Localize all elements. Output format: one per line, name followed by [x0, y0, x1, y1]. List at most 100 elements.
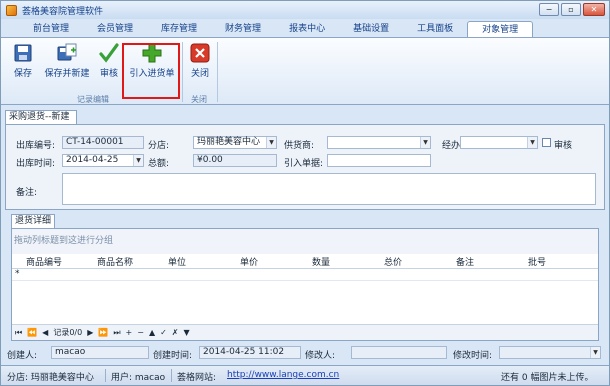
save-and-new-button[interactable]: 保存并新建 [41, 42, 93, 79]
minimize-button[interactable]: − [539, 3, 559, 16]
new-row-marker: * [15, 269, 20, 279]
date-label: 出库时间: [16, 159, 56, 169]
app-window: 荟格美容院管理软件 − ▫ ✕ 前台管理 会员管理 库存管理 财务管理 报表中心… [0, 0, 610, 386]
delete-record-icon[interactable]: − [137, 328, 144, 337]
ribbon-divider [217, 42, 218, 102]
group-label-close: 关闭 [191, 95, 207, 104]
tab-inventory[interactable]: 库存管理 [147, 21, 211, 37]
doc-no-label: 出库编号: [16, 141, 56, 151]
tab-finance[interactable]: 财务管理 [211, 21, 275, 37]
last-record-icon[interactable]: ⏭ [113, 328, 120, 338]
edit-record-icon[interactable]: ▲ [149, 328, 155, 337]
detail-grid: 拖动列标题到这进行分组 商品编号 商品名称 单位 单价 数量 总价 备注 批号 … [11, 228, 599, 341]
new-item-row[interactable]: * [12, 269, 598, 281]
save-label: 保存 [13, 69, 32, 79]
status-bar: 分店: 玛丽艳美容中心 用户: macao 荟格网站: http://www.l… [1, 365, 609, 385]
window-title: 荟格美容院管理软件 [22, 6, 104, 17]
total-field[interactable]: ¥0.00 [193, 154, 277, 167]
tab-front-desk[interactable]: 前台管理 [19, 21, 83, 37]
created-time-label: 创建时间: [153, 351, 193, 361]
modified-time-label: 修改时间: [453, 351, 493, 361]
website-link[interactable]: http://www.lange.com.cn [227, 370, 339, 380]
confirm-icon[interactable]: ✓ [160, 328, 167, 337]
tab-tools[interactable]: 工具面板 [403, 21, 467, 37]
close-window-button[interactable]: ✕ [583, 3, 605, 16]
total-label: 总额: [148, 159, 170, 169]
audit-bar: 创建人: macao 创建时间: 2014-04-25 11:02 修改人: 修… [1, 343, 609, 365]
previous-page-icon[interactable]: ⏪ [27, 328, 37, 337]
tab-reports[interactable]: 报表中心 [275, 21, 339, 37]
checkmark-icon [99, 43, 119, 63]
app-logo-icon [6, 4, 17, 16]
chevron-down-icon: ▼ [590, 347, 600, 358]
audit-button[interactable]: 审核 [96, 42, 122, 79]
branch-select[interactable]: 玛丽艳美容中心 ▼ [193, 136, 277, 149]
status-site-label: 荟格网站: [177, 373, 217, 383]
highlight-box [122, 43, 180, 99]
save-and-new-label: 保存并新建 [44, 69, 90, 79]
row-indicator-header [12, 257, 26, 268]
supplier-label: 供货商: [284, 141, 315, 151]
next-record-icon[interactable]: ▶ [87, 328, 93, 337]
tab-members[interactable]: 会员管理 [83, 21, 147, 37]
column-header[interactable]: 总价 [384, 257, 456, 268]
supplier-select[interactable]: ▼ [327, 136, 431, 149]
chevron-down-icon: ▼ [133, 155, 143, 166]
save-new-icon [57, 43, 77, 61]
column-header[interactable]: 商品名称 [97, 257, 168, 268]
close-button[interactable]: 关闭 [187, 42, 213, 79]
group-label-record-edit: 记录编辑 [77, 95, 109, 104]
branch-value: 玛丽艳美容中心 [197, 137, 261, 147]
status-branch: 分店: 玛丽艳美容中心 [7, 373, 94, 383]
created-time-field[interactable]: 2014-04-25 11:02 [199, 346, 301, 359]
tab-object-management[interactable]: 对象管理 [467, 21, 534, 37]
creator-field[interactable]: macao [51, 346, 149, 359]
previous-record-icon[interactable]: ◀ [42, 328, 48, 337]
import-no-field[interactable] [327, 154, 431, 167]
group-by-panel[interactable]: 拖动列标题到这进行分组 [12, 229, 598, 254]
close-icon [190, 43, 210, 63]
status-divider [105, 369, 106, 382]
record-navigator: ⏮ ⏪ ◀ 记录0/0 ▶ ⏩ ⏭ + − ▲ ✓ ✗ ▼ [12, 324, 598, 340]
purchase-return-form: 出库编号: CT-14-00001 分店: 玛丽艳美容中心 ▼ 供货商: ▼ 经办… [5, 124, 605, 210]
tab-basic-settings[interactable]: 基础设置 [339, 21, 403, 37]
main-tabs: 前台管理 会员管理 库存管理 财务管理 报表中心 基础设置 工具面板 对象管理 [1, 21, 609, 37]
audit-checkbox[interactable] [542, 138, 551, 147]
document-tab[interactable]: 采购退货--新建 [5, 110, 77, 124]
column-header[interactable]: 备注 [456, 257, 528, 268]
tab-return-details[interactable]: 退货详细 [11, 214, 55, 228]
restore-button[interactable]: ▫ [561, 3, 581, 16]
modifier-field[interactable] [351, 346, 447, 359]
status-divider [171, 369, 172, 382]
remark-label: 备注: [16, 188, 38, 198]
chevron-down-icon: ▼ [420, 137, 430, 148]
column-header[interactable]: 数量 [312, 257, 384, 268]
title-bar: 荟格美容院管理软件 − ▫ ✕ [1, 1, 609, 19]
filter-icon[interactable]: ▼ [184, 328, 190, 337]
audit-checkbox-label: 审核 [554, 141, 573, 151]
ribbon-divider [182, 42, 183, 102]
modified-time-picker[interactable]: ▼ [499, 346, 601, 359]
handler-select[interactable]: ▼ [460, 136, 538, 149]
close-label: 关闭 [190, 69, 209, 79]
record-counter: 记录0/0 [53, 328, 83, 337]
add-record-icon[interactable]: + [126, 328, 133, 337]
column-header[interactable]: 单位 [168, 257, 240, 268]
doc-no-field[interactable]: CT-14-00001 [62, 136, 144, 149]
date-picker[interactable]: 2014-04-25 ▼ [62, 154, 144, 167]
column-header[interactable]: 批号 [528, 257, 588, 268]
save-button[interactable]: 保存 [9, 42, 37, 79]
date-value: 2014-04-25 [66, 155, 119, 165]
status-upload: 还有 0 幅图片未上传。 [501, 373, 594, 383]
branch-label: 分店: [148, 141, 170, 151]
remark-field[interactable] [62, 173, 596, 205]
column-header[interactable]: 商品编号 [26, 257, 97, 268]
chevron-down-icon: ▼ [527, 137, 537, 148]
import-no-label: 引入单据: [284, 159, 324, 169]
column-header[interactable]: 单价 [240, 257, 312, 268]
grid-header: 商品编号 商品名称 单位 单价 数量 总价 备注 批号 [12, 257, 598, 269]
first-record-icon[interactable]: ⏮ [15, 328, 22, 338]
cancel-edit-icon[interactable]: ✗ [172, 328, 179, 337]
next-page-icon[interactable]: ⏩ [98, 328, 108, 337]
status-user: 用户: macao [111, 373, 166, 383]
